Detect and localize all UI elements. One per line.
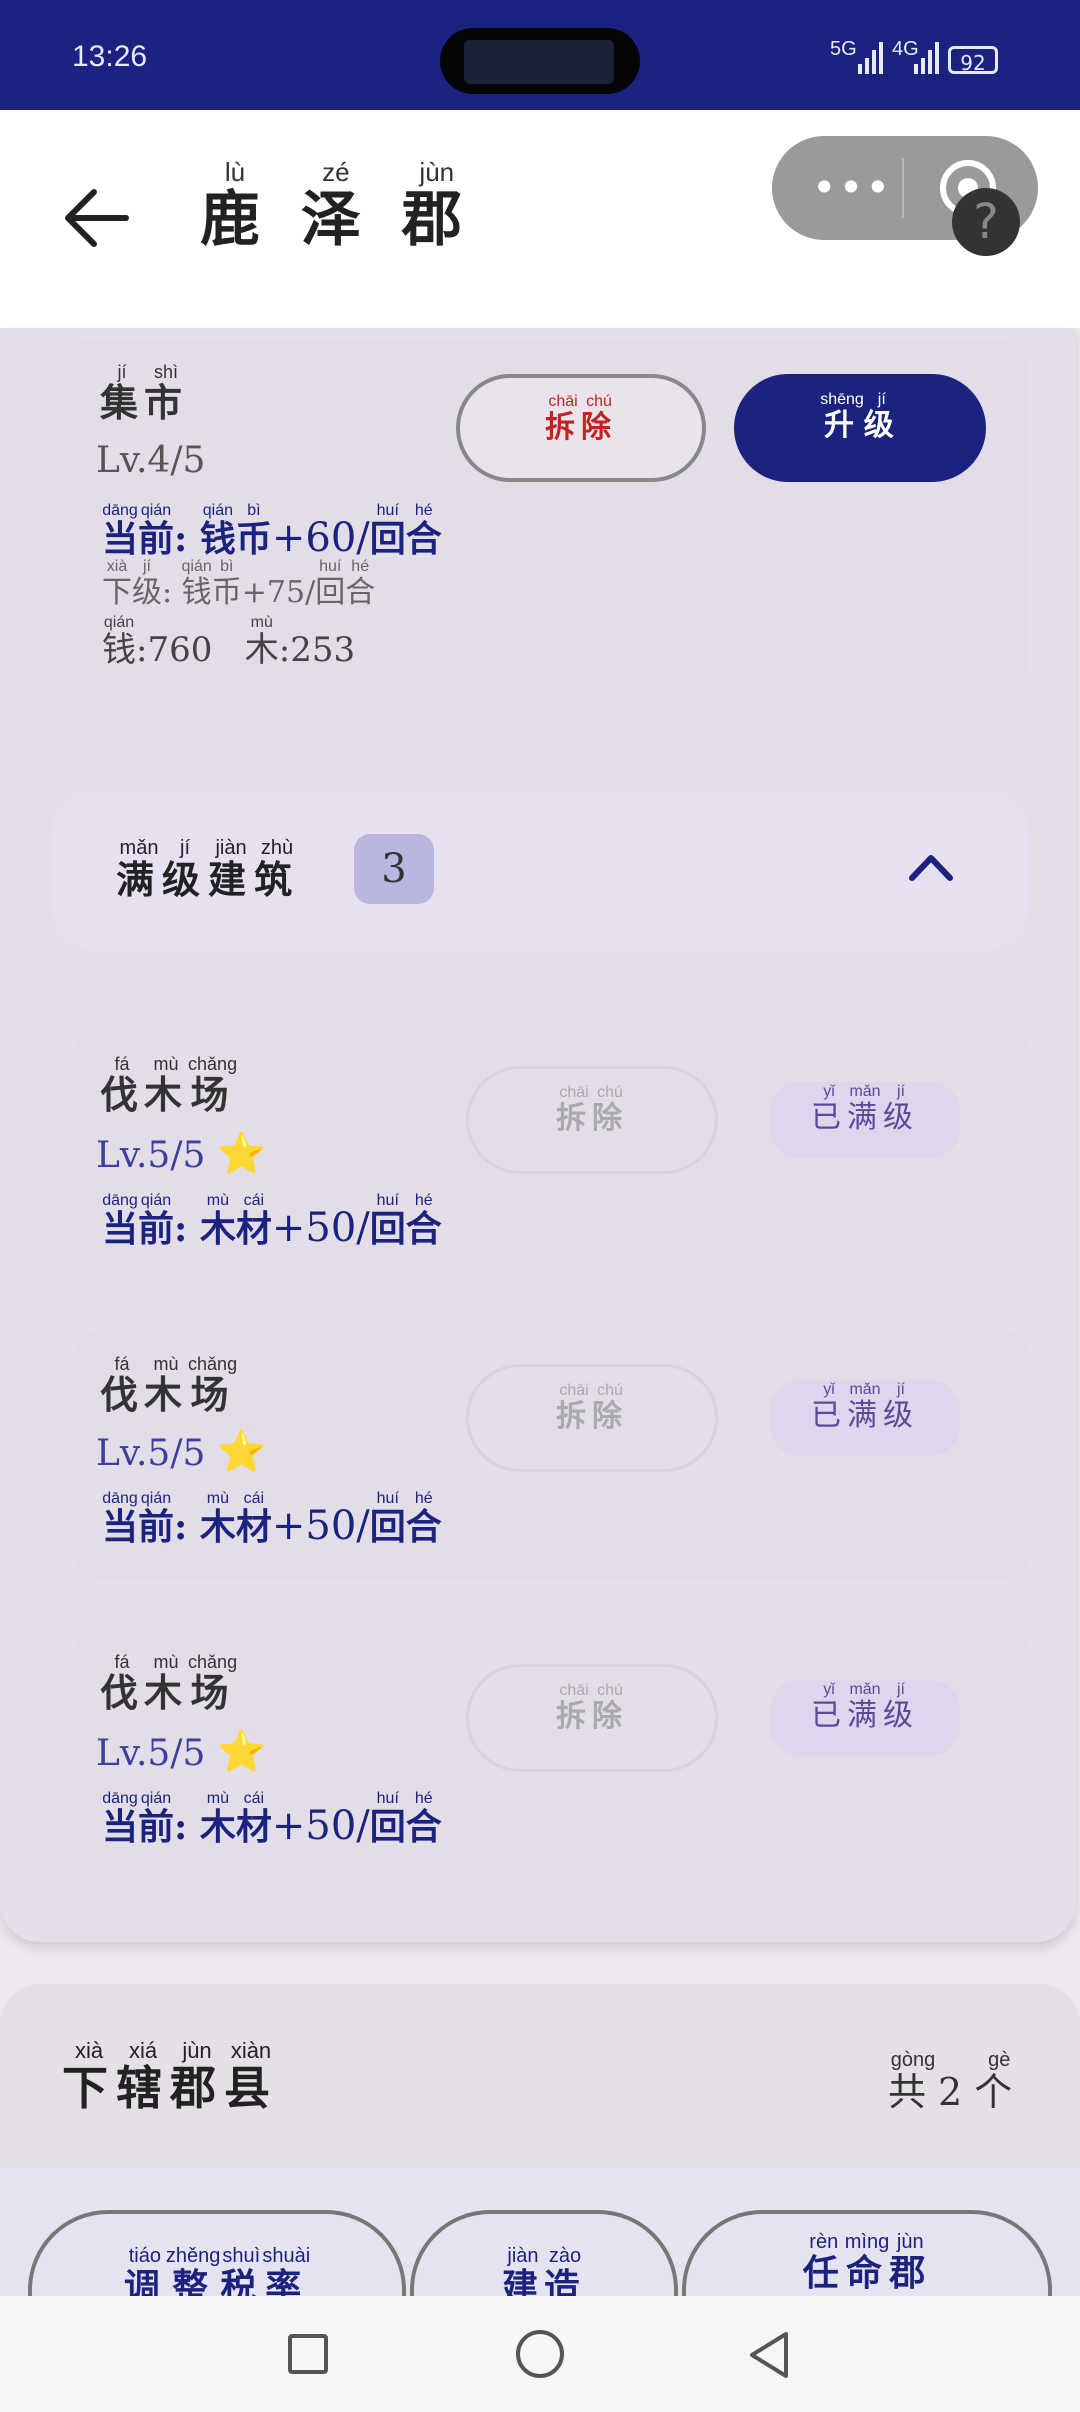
camera-icon xyxy=(464,40,614,84)
circle-icon[interactable] xyxy=(516,2330,564,2378)
square-icon[interactable] xyxy=(288,2334,328,2374)
capsule-divider xyxy=(902,158,904,218)
more-options-button[interactable]: ••• xyxy=(802,160,902,216)
building-name: 伐fá木mù场chǎng xyxy=(100,1354,238,1417)
page-title: 鹿lù 泽zé 郡jùn xyxy=(200,157,472,255)
maxed-tag: 已yǐ满mǎn级jí xyxy=(770,1082,960,1158)
triangle-back-icon[interactable] xyxy=(746,2330,790,2380)
building-name: 伐fá木mù场chǎng xyxy=(100,1054,238,1117)
build-button[interactable]: 建jiàn造zào xyxy=(410,2210,678,2308)
building-level: Lv.5/5 ⭐ xyxy=(96,1729,267,1775)
star-icon: ⭐ xyxy=(216,1429,267,1475)
signal-5g-icon xyxy=(858,42,883,74)
counties-count: 共gòng2个gè xyxy=(888,2049,1025,2114)
count-badge: 3 xyxy=(354,834,434,904)
section-title: 满mǎn级jí建jiàn筑zhù xyxy=(116,837,301,902)
maxed-tag: 已yǐ满mǎn级jí xyxy=(770,1680,960,1756)
demolish-button-disabled[interactable]: 拆chāi除chú xyxy=(466,1066,718,1174)
help-icon[interactable]: ? xyxy=(952,188,1020,256)
current-output: 当dāng前qián: 木mù材cái+50/回huí合hé xyxy=(102,1490,442,1549)
demolish-button-disabled[interactable]: 拆chāi除chú xyxy=(466,1364,718,1472)
arrow-left-icon[interactable] xyxy=(62,188,132,248)
current-output: 当dāng前qián: 钱qián币bì+60/回huí合hé xyxy=(102,502,442,561)
building-level: Lv.4/5 xyxy=(96,440,206,481)
star-icon: ⭐ xyxy=(216,1729,267,1775)
current-output: 当dāng前qián: 木mù材cái+50/回huí合hé xyxy=(102,1192,442,1251)
signal-4g-icon xyxy=(914,42,939,74)
building-name: 伐fá木mù场chǎng xyxy=(100,1652,238,1715)
signal-5g-label: 5G xyxy=(830,38,857,60)
appoint-button[interactable]: 任rèn命mìng郡jùn xyxy=(682,2210,1052,2300)
star-icon: ⭐ xyxy=(216,1131,267,1177)
demolish-button-disabled[interactable]: 拆chāi除chú xyxy=(466,1664,718,1772)
maxed-tag: 已yǐ满mǎn级jí xyxy=(770,1380,960,1456)
demolish-button[interactable]: 拆chāi除chú xyxy=(456,374,706,482)
building-name: 集jí市shì xyxy=(100,362,189,425)
status-time: 13:26 xyxy=(72,40,148,73)
building-level: Lv.5/5 ⭐ xyxy=(96,1131,267,1177)
adjust-tax-button[interactable]: 调tiáo整zhěng税shuì率shuài xyxy=(28,2210,406,2308)
building-level: Lv.5/5 ⭐ xyxy=(96,1429,267,1475)
upgrade-cost: 钱qián:760 木mù:253 xyxy=(102,614,356,670)
current-output: 当dāng前qián: 木mù材cái+50/回huí合hé xyxy=(102,1790,442,1849)
upgrade-button[interactable]: 升shēng级jí xyxy=(734,374,986,482)
battery-indicator: 92 xyxy=(948,46,998,75)
counties-title: 下xià辖xiá郡jùn县xiàn xyxy=(62,2038,278,2115)
chevron-up-icon[interactable] xyxy=(908,848,954,884)
next-level-output: 下xià级jí: 钱qián币bì+75/回huí合hé xyxy=(102,558,376,610)
